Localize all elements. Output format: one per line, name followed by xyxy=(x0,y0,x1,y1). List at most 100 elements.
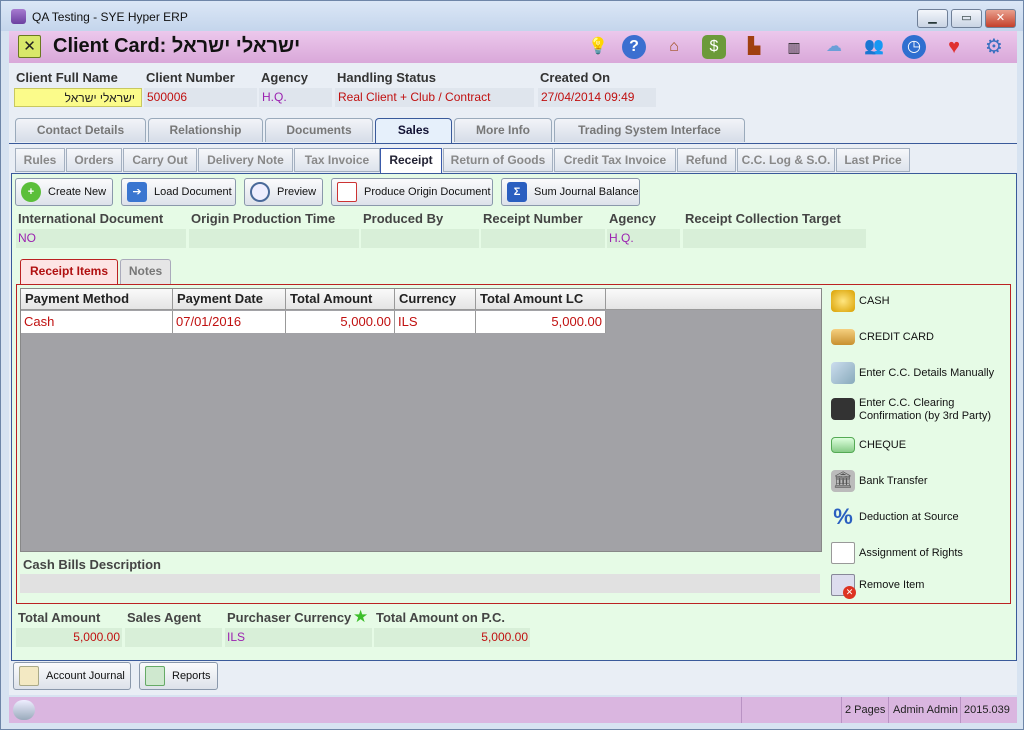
reports-button[interactable]: Reports xyxy=(139,662,218,690)
subtab-rules[interactable]: Rules xyxy=(15,148,65,172)
load-icon: ➔ xyxy=(127,182,147,202)
handling-status-field[interactable]: Real Client + Club / Contract xyxy=(335,88,534,107)
help-icon[interactable]: ? xyxy=(622,35,646,59)
tab-trading-system-interface[interactable]: Trading System Interface xyxy=(554,118,745,142)
cash-bills-description-label: Cash Bills Description xyxy=(23,557,161,572)
tab-label: Trading System Interface xyxy=(578,123,721,137)
minimize-button[interactable]: ▁ xyxy=(917,9,948,28)
create-new-button[interactable]: + Create New xyxy=(15,178,113,206)
international-document-label: International Document xyxy=(18,211,164,226)
receipt-agency-field[interactable]: H.Q. xyxy=(607,229,680,248)
purchaser-currency-field[interactable]: ILS xyxy=(225,628,372,647)
origin-production-time-field[interactable] xyxy=(189,229,359,248)
window-title: QA Testing - SYE Hyper ERP xyxy=(32,10,188,24)
table-cell[interactable]: 5,000.00 xyxy=(286,311,395,333)
status-separator xyxy=(888,697,889,723)
agency-field[interactable]: H.Q. xyxy=(259,88,332,107)
maximize-button[interactable]: ▭ xyxy=(951,9,982,28)
international-document-field[interactable]: NO xyxy=(16,229,186,248)
column-header-payment-date[interactable]: Payment Date xyxy=(173,289,286,310)
handling-status-label: Handling Status xyxy=(337,70,436,85)
app-icon xyxy=(11,9,26,24)
heart-icon[interactable]: ♥ xyxy=(942,35,966,59)
star-icon[interactable]: ★ xyxy=(353,607,368,627)
tab-documents[interactable]: Documents xyxy=(265,118,373,142)
created-on-field[interactable]: 27/04/2014 09:49 xyxy=(538,88,656,107)
total-amount-field[interactable]: 5,000.00 xyxy=(16,628,122,647)
tab-label: Relationship xyxy=(169,123,242,137)
sales-agent-field[interactable] xyxy=(125,628,222,647)
tab-relationship[interactable]: Relationship xyxy=(148,118,263,142)
money-icon[interactable]: $ xyxy=(702,35,726,59)
action-label: Assignment of Rights xyxy=(859,547,963,559)
cloud-icon[interactable]: ☁ xyxy=(822,35,846,59)
subtab-return-of-goods[interactable]: Return of Goods xyxy=(443,148,553,172)
close-card-button[interactable]: ✕ xyxy=(18,35,41,58)
document-icon xyxy=(831,542,855,564)
subtab-delivery-note[interactable]: Delivery Note xyxy=(198,148,293,172)
cloud-sync-icon[interactable] xyxy=(13,700,35,720)
action-label: Enter C.C. Details Manually xyxy=(859,367,995,379)
subtab-credit-tax-invoice[interactable]: Credit Tax Invoice xyxy=(554,148,676,172)
subtab-cc-log[interactable]: C.C. Log & S.O. xyxy=(737,148,835,172)
lightbulb-icon[interactable]: 💡 xyxy=(586,35,610,59)
button-label: Load Document xyxy=(154,186,232,198)
gear-icon[interactable]: ⚙ xyxy=(982,35,1006,59)
percent-icon: % xyxy=(833,504,853,529)
receipt-items-grid[interactable]: Payment Method Payment Date Total Amount… xyxy=(20,288,822,552)
client-full-name-label: Client Full Name xyxy=(16,70,118,85)
button-label: Reports xyxy=(172,670,211,682)
factory-icon[interactable]: ▙ xyxy=(742,35,766,59)
tab-more-info[interactable]: More Info xyxy=(454,118,552,142)
subtab-carry-out[interactable]: Carry Out xyxy=(123,148,197,172)
tab-contact-details[interactable]: Contact Details xyxy=(15,118,146,142)
produced-by-field[interactable] xyxy=(361,229,479,248)
action-label: CASH xyxy=(859,295,890,307)
close-window-button[interactable]: ✕ xyxy=(985,9,1016,28)
load-document-button[interactable]: ➔ Load Document xyxy=(121,178,236,206)
barcode-icon[interactable]: ▥ xyxy=(782,35,806,59)
total-amount-label: Total Amount xyxy=(18,610,101,625)
credit-card-icon xyxy=(831,329,855,345)
client-full-name-field[interactable]: ישראלי ישראל xyxy=(14,88,142,107)
column-header-currency[interactable]: Currency xyxy=(395,289,476,310)
table-cell[interactable]: 07/01/2016 xyxy=(173,311,286,333)
subtab-orders[interactable]: Orders xyxy=(66,148,122,172)
produce-origin-document-button[interactable]: Produce Origin Document xyxy=(331,178,493,206)
subtab-tax-invoice[interactable]: Tax Invoice xyxy=(294,148,380,172)
column-header-payment-method[interactable]: Payment Method xyxy=(21,289,173,310)
action-label: CREDIT CARD xyxy=(859,331,934,343)
home-icon[interactable]: ⌂ xyxy=(662,35,686,59)
clock-icon[interactable]: ◷ xyxy=(902,35,926,59)
magnifier-icon xyxy=(250,182,270,202)
preview-button[interactable]: Preview xyxy=(244,178,323,206)
subtab-receipt[interactable]: Receipt xyxy=(380,148,442,174)
status-version: 2015.039 xyxy=(964,704,1010,716)
card-terminal-icon xyxy=(831,398,855,420)
table-cell[interactable]: Cash xyxy=(21,311,173,333)
status-separator xyxy=(841,697,842,723)
sum-journal-balance-button[interactable]: Σ Sum Journal Balance xyxy=(501,178,640,206)
column-header-total-amount-lc[interactable]: Total Amount LC xyxy=(476,289,606,310)
client-number-field[interactable]: 500006 xyxy=(144,88,257,107)
action-label: Remove Item xyxy=(859,579,925,591)
table-cell[interactable]: 5,000.00 xyxy=(476,311,606,333)
tab-sales[interactable]: Sales xyxy=(375,118,452,144)
subtab-refund[interactable]: Refund xyxy=(677,148,736,172)
account-journal-button[interactable]: Account Journal xyxy=(13,662,131,690)
column-header-total-amount[interactable]: Total Amount xyxy=(286,289,395,310)
table-cell[interactable]: ILS xyxy=(395,311,476,333)
tab-label: Sales xyxy=(397,123,430,137)
agency-label: Agency xyxy=(261,70,308,85)
tab-notes[interactable]: Notes xyxy=(120,259,171,284)
journal-icon xyxy=(19,666,39,686)
receipt-number-field[interactable] xyxy=(481,229,605,248)
cash-bills-description-field[interactable] xyxy=(20,574,820,593)
subtab-last-price[interactable]: Last Price xyxy=(836,148,910,172)
total-amount-pc-field[interactable]: 5,000.00 xyxy=(374,628,530,647)
receipt-collection-target-field[interactable] xyxy=(683,229,866,248)
cheque-icon xyxy=(831,437,855,453)
tab-receipt-items[interactable]: Receipt Items xyxy=(20,259,118,284)
receipt-agency-label: Agency xyxy=(609,211,656,226)
users-icon[interactable]: 👥 xyxy=(862,35,886,59)
